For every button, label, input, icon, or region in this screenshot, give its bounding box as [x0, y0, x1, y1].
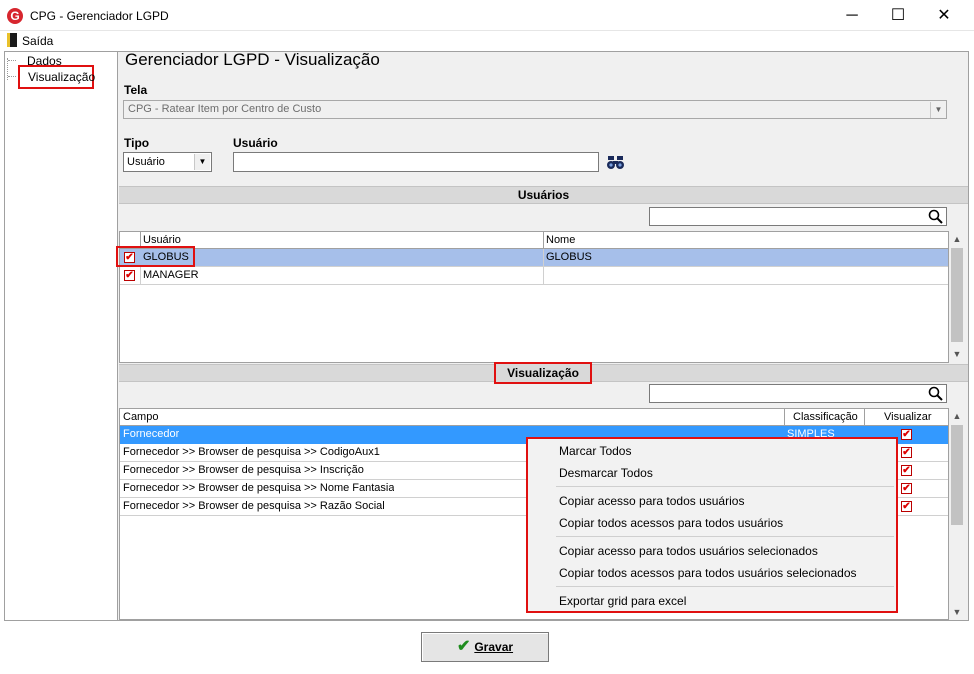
scroll-up-icon[interactable]: ▲ [949, 231, 965, 247]
scroll-down-icon[interactable]: ▼ [949, 604, 965, 620]
tipo-value: Usuário [127, 156, 165, 168]
column-header-visualizar[interactable]: Visualizar [884, 411, 932, 423]
tipo-label: Tipo [124, 136, 150, 150]
menu-item-exportar-excel[interactable]: Exportar grid para excel [559, 594, 686, 608]
tipo-select[interactable]: Usuário ▼ [123, 152, 212, 172]
menu-item-marcar-todos[interactable]: Marcar Todos [559, 444, 631, 458]
row-checkbox[interactable]: ✔ [124, 270, 135, 281]
cell-campo: Fornecedor >> Browser de pesquisa >> Nom… [123, 482, 395, 494]
cell-usuario: MANAGER [143, 269, 199, 281]
context-menu: Marcar Todos Desmarcar Todos Copiar aces… [526, 437, 898, 613]
usuario-input[interactable] [233, 152, 599, 172]
maximize-button[interactable]: ☐ [875, 0, 921, 31]
tela-combo[interactable]: CPG - Ratear Item por Centro de Custo ▼ [123, 100, 947, 119]
save-button-label: Gravar [474, 640, 514, 654]
menu-bar [0, 31, 974, 49]
menu-separator [556, 586, 894, 587]
menu-separator [556, 486, 894, 487]
tree-item-visualizacao[interactable]: Visualização [18, 65, 96, 89]
usuarios-grid-header: Usuário Nome [120, 232, 948, 249]
visualizar-checkbox[interactable]: ✔ [901, 429, 912, 440]
navigation-tree: Dados Visualização [5, 52, 118, 620]
usuarios-grid: Usuário Nome ✔ GLOBUS GLOBUS ✔ MANAGER [119, 231, 949, 363]
visualizacao-grid-header: Campo Classificação Visualizar [120, 409, 948, 426]
menu-item-desmarcar-todos[interactable]: Desmarcar Todos [559, 466, 653, 480]
scroll-down-icon[interactable]: ▼ [949, 346, 965, 362]
scroll-thumb[interactable] [951, 425, 963, 525]
globus-highlight [116, 246, 195, 267]
usuarios-search-input[interactable] [649, 207, 947, 226]
column-header-campo[interactable]: Campo [123, 411, 158, 423]
menu-item-copiar-todos-acessos-selecionados[interactable]: Copiar todos acessos para todos usuários… [559, 566, 857, 580]
tree-item-label: Visualização [28, 70, 96, 84]
column-header-classificacao[interactable]: Classificação [793, 411, 858, 423]
usuarios-section-header: Usuários [119, 186, 968, 204]
menu-item-copiar-acesso-selecionados[interactable]: Copiar acesso para todos usuários seleci… [559, 544, 818, 558]
visualizacao-scrollbar[interactable]: ▲ ▼ [949, 408, 966, 620]
search-icon[interactable] [928, 386, 943, 401]
cell-nome: GLOBUS [546, 251, 592, 263]
minimize-button[interactable]: ─ [829, 0, 875, 31]
save-button[interactable]: ✔ Gravar [421, 632, 549, 662]
menu-item-copiar-acesso-todos[interactable]: Copiar acesso para todos usuários [559, 494, 744, 508]
visualizacao-search-input[interactable] [649, 384, 947, 403]
table-row[interactable]: ✔ MANAGER [120, 267, 948, 285]
binoculars-icon[interactable] [607, 155, 625, 171]
usuarios-scrollbar[interactable]: ▲ ▼ [949, 231, 966, 363]
tela-label: Tela [124, 83, 148, 97]
menu-item-copiar-todos-acessos-todos[interactable]: Copiar todos acessos para todos usuários [559, 516, 783, 530]
search-icon[interactable] [928, 209, 943, 224]
chevron-down-icon[interactable]: ▼ [930, 102, 946, 118]
visualizar-checkbox[interactable]: ✔ [901, 483, 912, 494]
menu-exit[interactable]: Saída [22, 34, 53, 48]
checkmark-icon: ✔ [456, 638, 471, 655]
visualizar-checkbox[interactable]: ✔ [901, 447, 912, 458]
column-header-usuario[interactable]: Usuário [143, 234, 181, 246]
cell-campo: Fornecedor >> Browser de pesquisa >> Ins… [123, 464, 364, 476]
column-header-nome[interactable]: Nome [546, 234, 575, 246]
window-title: CPG - Gerenciador LGPD [30, 9, 169, 23]
table-row[interactable]: ✔ GLOBUS GLOBUS [120, 249, 948, 267]
visualizar-checkbox[interactable]: ✔ [901, 501, 912, 512]
cell-campo: Fornecedor >> Browser de pesquisa >> Cod… [123, 446, 380, 458]
usuario-label: Usuário [233, 136, 278, 150]
close-button[interactable]: ✕ [921, 0, 967, 31]
visualizacao-section-title: Visualização [494, 362, 592, 384]
scroll-thumb[interactable] [951, 248, 963, 342]
cell-campo: Fornecedor >> Browser de pesquisa >> Raz… [123, 500, 385, 512]
tela-value: CPG - Ratear Item por Centro de Custo [128, 103, 322, 115]
exit-door-icon [7, 33, 17, 47]
scroll-up-icon[interactable]: ▲ [949, 408, 965, 424]
page-title: Gerenciador LGPD - Visualização [125, 50, 380, 69]
app-logo-icon: G [7, 8, 23, 24]
menu-separator [556, 536, 894, 537]
visualizar-checkbox[interactable]: ✔ [901, 465, 912, 476]
chevron-down-icon[interactable]: ▼ [194, 154, 210, 170]
cell-campo: Fornecedor [123, 428, 180, 440]
